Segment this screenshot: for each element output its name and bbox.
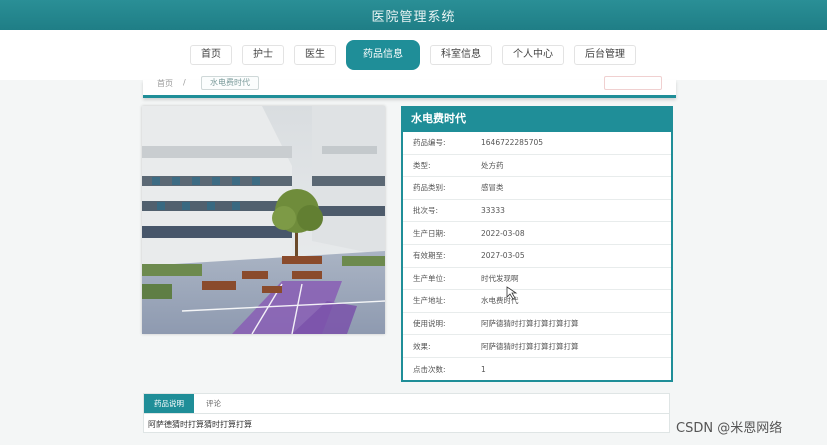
drug-image (142, 106, 385, 334)
nav-item-nurse[interactable]: 护士 (242, 45, 284, 65)
field-value: 2027-03-05 (481, 251, 525, 261)
nav-item-doctor[interactable]: 医生 (294, 45, 336, 65)
field-value: 阿萨德猜时打算打算打算打算 (481, 341, 579, 351)
field-label: 类型: (413, 160, 431, 170)
nav-item-admin[interactable]: 后台管理 (574, 45, 636, 65)
field-label: 生产单位: (413, 273, 446, 283)
breadcrumb-current: 水电费时代 (201, 76, 259, 90)
detail-row: 有效期至: 2027-03-05 (403, 245, 671, 268)
breadcrumb-home[interactable]: 首页 (157, 78, 173, 89)
nav-item-personal-center[interactable]: 个人中心 (502, 45, 564, 65)
detail-row: 生产地址: 水电费时代 (403, 290, 671, 313)
nav-item-home[interactable]: 首页 (190, 45, 232, 65)
main-nav: 首页 护士 医生 药品信息 科室信息 个人中心 后台管理 (190, 40, 646, 70)
tab-comments[interactable]: 评论 (194, 394, 233, 413)
detail-row: 点击次数: 1 (403, 358, 671, 381)
field-value: 处方药 (481, 160, 504, 170)
tab-drug-description[interactable]: 药品说明 (144, 394, 194, 413)
detail-row: 使用说明: 阿萨德猜时打算打算打算打算 (403, 313, 671, 336)
tab-header: 药品说明 评论 (144, 394, 669, 414)
field-label: 生产地址: (413, 296, 446, 306)
detail-row: 药品编号: 1646722285705 (403, 132, 671, 155)
drug-detail-panel: 水电费时代 药品编号: 1646722285705 类型: 处方药 药品类别: 感冒类… (401, 106, 673, 382)
field-label: 有效期至: (413, 251, 446, 261)
detail-row: 批次号: 33333 (403, 200, 671, 223)
watermark: CSDN @米恩网络 (676, 421, 783, 436)
field-value: 时代发现啊 (481, 273, 519, 283)
detail-row: 生产日期: 2022-03-08 (403, 222, 671, 245)
field-label: 使用说明: (413, 319, 446, 329)
field-label: 批次号: (413, 206, 439, 216)
detail-row: 效果: 阿萨德猜时打算打算打算打算 (403, 335, 671, 358)
field-value: 2022-03-08 (481, 228, 525, 238)
field-value: 1646722285705 (481, 138, 544, 148)
breadcrumb-action-button[interactable] (604, 76, 662, 90)
field-label: 药品类别: (413, 183, 446, 193)
field-value: 感冒类 (481, 183, 504, 193)
nav-item-department-info[interactable]: 科室信息 (430, 45, 492, 65)
top-header: 医院管理系统 (0, 0, 827, 30)
field-value: 阿萨德猜时打算打算打算打算 (481, 319, 579, 329)
breadcrumb: 首页 / 水电费时代 (143, 76, 676, 98)
app-title: 医院管理系统 (371, 9, 456, 25)
detail-row: 类型: 处方药 (403, 155, 671, 178)
nav-item-drug-info[interactable]: 药品信息 (346, 40, 420, 70)
detail-row: 药品类别: 感冒类 (403, 177, 671, 200)
mouse-cursor-icon (506, 286, 518, 300)
tab-content: 阿萨德猜时打算猜时打算打算 (148, 420, 252, 429)
detail-row: 生产单位: 时代发现啊 (403, 268, 671, 291)
drug-tabs: 药品说明 评论 阿萨德猜时打算猜时打算打算 (143, 393, 670, 433)
field-label: 药品编号: (413, 138, 446, 148)
drug-name-title: 水电费时代 (403, 106, 671, 132)
field-value: 1 (481, 364, 486, 374)
field-label: 点击次数: (413, 364, 446, 374)
breadcrumb-separator: / (183, 78, 186, 87)
field-label: 效果: (413, 341, 431, 351)
field-label: 生产日期: (413, 228, 446, 238)
field-value: 33333 (481, 206, 505, 216)
